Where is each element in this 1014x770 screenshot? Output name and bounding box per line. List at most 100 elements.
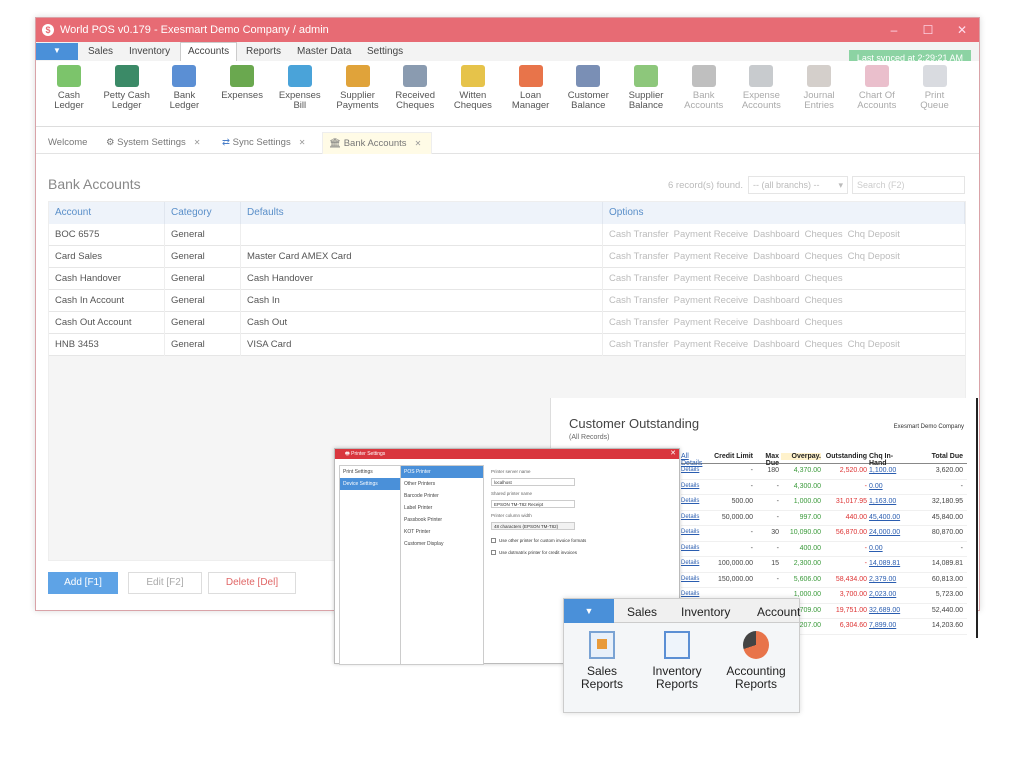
details-link[interactable]: Details	[681, 560, 709, 566]
option-link[interactable]: Cash Transfer	[609, 317, 674, 328]
list-item-printer[interactable]: Other Printers	[401, 478, 483, 490]
option-link[interactable]: Payment Receive	[674, 295, 753, 306]
ribbon-button-supplier-payments[interactable]: Supplier Payments	[328, 65, 388, 111]
list-item-printer[interactable]: Barcode Printer	[401, 490, 483, 502]
doc-tab-bank-accounts[interactable]: 🏛 Bank Accounts ✕	[322, 132, 432, 154]
shared-printer-field[interactable]: EPSON TM-T82 Receipt	[491, 500, 575, 508]
ribbon-button-customer-balance[interactable]: Customer Balance	[558, 65, 618, 111]
option-link[interactable]: Cheques	[805, 295, 848, 306]
menu-tab-inventory[interactable]: Inventory	[681, 605, 730, 619]
option-link[interactable]: Cheques	[805, 339, 848, 350]
details-link[interactable]: Details	[681, 467, 709, 473]
ribbon-button-print-queue[interactable]: Print Queue	[905, 65, 965, 111]
table-cell[interactable]: 0.00	[869, 545, 905, 552]
table-cell[interactable]: 1,163.00	[869, 498, 905, 505]
list-item-printer[interactable]: Passbook Printer	[401, 514, 483, 526]
doc-tab-sync-settings[interactable]: ⇄ Sync Settings ✕	[216, 132, 320, 154]
list-item-print-settings[interactable]: Print Settings	[340, 466, 400, 478]
option-link[interactable]: Payment Receive	[674, 273, 753, 284]
ribbon-button-chart-of-accounts[interactable]: Chart Of Accounts	[847, 65, 907, 111]
option-link[interactable]: Payment Receive	[674, 339, 753, 350]
option-link[interactable]: Cheques	[805, 317, 848, 328]
option-link[interactable]: Chq Deposit	[848, 251, 905, 262]
delete-button[interactable]: Delete [Del]	[208, 572, 296, 594]
menu-tab-settings[interactable]: Settings	[367, 46, 403, 57]
add-button[interactable]: Add [F1]	[48, 572, 118, 594]
custom-invoice-checkbox[interactable]: Use other printer for custom invoice for…	[491, 538, 586, 544]
option-link[interactable]: Cheques	[805, 251, 848, 262]
list-item-printer[interactable]: Label Printer	[401, 502, 483, 514]
option-link[interactable]: Payment Receive	[674, 317, 753, 328]
menu-tab-reports[interactable]: Reports	[246, 46, 281, 57]
table-row[interactable]: Card Sales General Master Card AMEX Card Ca…	[49, 246, 965, 268]
close-icon[interactable]: ✕	[670, 449, 676, 459]
table-row[interactable]: Cash Out Account General Cash Out Cash Tran…	[49, 312, 965, 334]
table-cell[interactable]: 32,689.00	[869, 607, 905, 614]
column-header-defaults[interactable]: Defaults	[241, 202, 603, 224]
accounting-reports-button[interactable]: Accounting Reports	[718, 631, 794, 691]
option-link[interactable]: Cheques	[805, 273, 848, 284]
ribbon-button-journal-entries[interactable]: Journal Entries	[789, 65, 849, 111]
ribbon-button-expenses-bill[interactable]: Expenses Bill	[270, 65, 330, 111]
close-tab-icon[interactable]: ✕	[299, 138, 306, 147]
option-link[interactable]: Cheques	[805, 229, 848, 240]
inventory-reports-button[interactable]: Inventory Reports	[646, 631, 708, 691]
branch-filter-select[interactable]: -- (all branchs) -- ▾	[748, 176, 848, 194]
option-link[interactable]: Cash Transfer	[609, 339, 674, 350]
option-link[interactable]: Cash Transfer	[609, 295, 674, 306]
option-link[interactable]: Dashboard	[753, 295, 804, 306]
minimize-button[interactable]: –	[877, 23, 911, 37]
list-item-printer[interactable]: Customer Display	[401, 538, 483, 550]
option-link[interactable]: Chq Deposit	[848, 339, 905, 350]
list-item-printer[interactable]: KOT Printer	[401, 526, 483, 538]
details-link[interactable]: Details	[681, 529, 709, 535]
table-cell[interactable]: 0.00	[869, 483, 905, 490]
ribbon-button-written-cheques[interactable]: Witten Cheques	[443, 65, 503, 111]
table-row[interactable]: Cash Handover General Cash Handover Cash Tr…	[49, 268, 965, 290]
table-cell[interactable]: 1,100.00	[869, 467, 905, 474]
list-item-device-settings[interactable]: Device Settings	[340, 478, 400, 490]
menu-tab-sales[interactable]: Sales	[627, 605, 657, 619]
column-width-select[interactable]: 48 characters (EPSON TM-T82)	[491, 522, 575, 530]
option-link[interactable]: Cash Transfer	[609, 273, 674, 284]
table-row[interactable]: BOC 6575 General Cash Transfer Payment Rece…	[49, 224, 965, 246]
ribbon-button-bank-ledger[interactable]: Bank Ledger	[154, 65, 214, 111]
table-cell[interactable]: 2,023.00	[869, 591, 905, 598]
sales-reports-button[interactable]: Sales Reports	[576, 631, 628, 691]
list-item-printer[interactable]: POS Printer	[401, 466, 483, 478]
details-link[interactable]: Details	[681, 483, 709, 489]
doc-tab-system-settings[interactable]: ⚙ System Settings ✕	[100, 132, 214, 154]
table-cell[interactable]: 7,899.00	[869, 622, 905, 629]
table-cell[interactable]: 45,400.00	[869, 514, 905, 521]
column-header-category[interactable]: Category	[165, 202, 241, 224]
column-header-options[interactable]: Options	[603, 202, 965, 224]
option-link[interactable]: Payment Receive	[674, 229, 753, 240]
column-header-account[interactable]: Account	[49, 202, 165, 224]
table-row[interactable]: HNB 3453 General VISA Card Cash Transfer Pay…	[49, 334, 965, 356]
details-link[interactable]: Details	[681, 498, 709, 504]
doc-tab-welcome[interactable]: Welcome	[42, 132, 98, 154]
table-cell[interactable]: 24,000.00	[869, 529, 905, 536]
menu-tab-inventory[interactable]: Inventory	[129, 46, 170, 57]
dotmatrix-checkbox[interactable]: Use dotmatrix printer for credit invoice…	[491, 550, 577, 556]
details-link[interactable]: Details	[681, 545, 709, 551]
close-tab-icon[interactable]: ✕	[194, 138, 201, 147]
details-link[interactable]: Details	[681, 514, 709, 520]
app-menu-button[interactable]: ▼	[564, 599, 614, 623]
option-link[interactable]: Payment Receive	[674, 251, 753, 262]
edit-button[interactable]: Edit [F2]	[128, 572, 202, 594]
ribbon-button-expenses[interactable]: Expenses	[212, 65, 272, 101]
close-button[interactable]: ✕	[945, 23, 979, 37]
search-input[interactable]: Search (F2)	[852, 176, 965, 194]
option-link[interactable]: Cash Transfer	[609, 251, 674, 262]
menu-tab-sales[interactable]: Sales	[88, 46, 113, 57]
option-link[interactable]: Dashboard	[753, 339, 804, 350]
server-field[interactable]: localhost	[491, 478, 575, 486]
ribbon-button-expense-accounts[interactable]: Expense Accounts	[731, 65, 791, 111]
option-link[interactable]: Chq Deposit	[848, 229, 905, 240]
table-cell[interactable]: 2,379.00	[869, 576, 905, 583]
option-link[interactable]: Cash Transfer	[609, 229, 674, 240]
ribbon-button-petty-cash[interactable]: Petty Cash Ledger	[97, 65, 157, 111]
option-link[interactable]: Dashboard	[753, 273, 804, 284]
details-link[interactable]: Details	[681, 591, 709, 597]
